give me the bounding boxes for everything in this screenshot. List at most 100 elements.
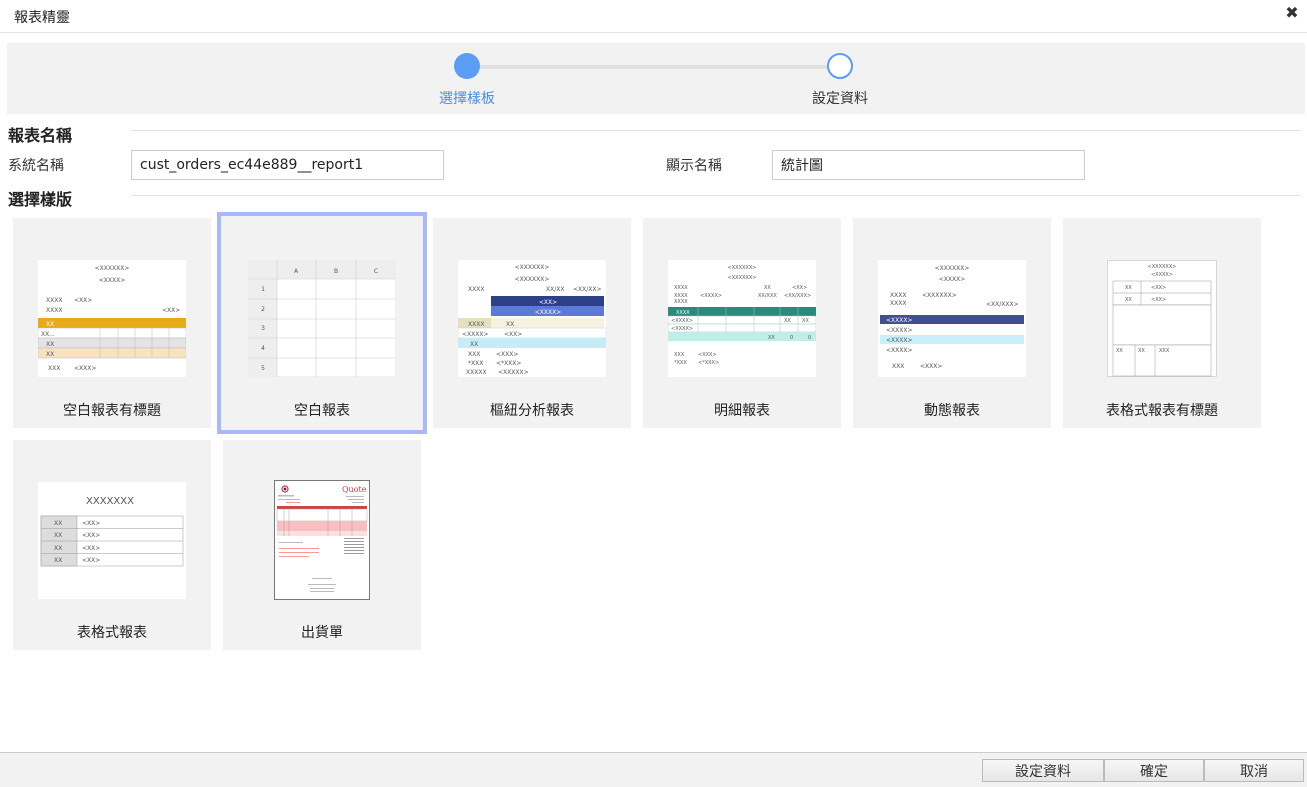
thumb-text: <XXXXX> <box>498 369 529 376</box>
thumb-text: XX <box>1125 285 1132 291</box>
template-thumbnail: <XXXXXX> <XXXX> XX <XX> XX <XX> XX XX XX… <box>1107 260 1217 377</box>
template-label: 出貨單 <box>301 625 343 641</box>
thumb-text: <XX> <box>1151 285 1166 291</box>
thumb-text: <XXXX> <box>939 276 966 283</box>
thumb-text: XX <box>506 321 514 328</box>
step-2-indicator[interactable] <box>827 53 853 79</box>
thumb-text: XXXX <box>674 285 688 291</box>
thumb-text: B <box>334 268 338 275</box>
template-thumbnail: Quote <box>274 480 370 600</box>
thumb-text: <XX> <box>792 285 807 291</box>
thumb-text: <XXX> <box>496 351 518 358</box>
thumb-text: <XXXX> <box>535 309 562 316</box>
template-pivot[interactable]: <XXXXXX> <XXXXXX> XXXX XX/XX <XX/XX> <XX… <box>433 218 631 428</box>
thumb-text: <XX> <box>74 297 92 304</box>
cancel-button[interactable]: 取消 <box>1204 759 1304 782</box>
template-table[interactable]: XXXXXXX XX <XX> XX <XX> XX <XX> XX <XX> 表格式報… <box>13 440 211 650</box>
thumb-text: XX <box>46 341 54 348</box>
step-2-label[interactable]: 設定資料 <box>780 88 900 108</box>
step-1-indicator[interactable] <box>454 53 480 79</box>
thumb-text: XX <box>1138 348 1145 354</box>
thumb-text: XXXX <box>890 292 906 299</box>
thumb-text: <XXXX> <box>1151 272 1173 278</box>
thumb-text: 5 <box>261 365 265 372</box>
thumb-text: <XX> <box>82 545 100 552</box>
thumb-text: <XX> <box>82 532 100 539</box>
section-divider <box>131 195 1301 196</box>
thumb-text: XXX <box>892 363 904 370</box>
thumb-text: XX <box>54 520 62 527</box>
thumb-text: <XXXX> <box>886 317 913 324</box>
thumb-text: <XXXXXX> <box>515 276 550 283</box>
thumb-text: <XXXX> <box>886 327 913 334</box>
thumb-text: <XXXXXX> <box>935 265 970 272</box>
template-section-title: 選擇樣版 <box>8 190 73 209</box>
close-icon[interactable]: ✖ <box>1283 4 1301 22</box>
thumb-text: XXXX <box>674 299 688 305</box>
template-thumbnail: <XXXXXX> <XXXX> XXXX <XX> XXXX <XX> XX X… <box>38 260 186 377</box>
thumb-text: 0 <box>790 335 793 341</box>
thumb-text: <XXXX> <box>99 277 126 284</box>
window-title: 報表精靈 <box>14 10 70 26</box>
thumb-text: XXX <box>48 365 60 372</box>
thumb-text: <XX> <box>82 557 100 564</box>
thumb-text: <XXXXXX> <box>95 265 130 272</box>
thumb-text: XXX <box>468 351 480 358</box>
thumb-text: <XXXXXX> <box>1148 264 1177 270</box>
thumb-text: XXXXX <box>466 369 487 376</box>
thumb-text: <XXX> <box>920 363 942 370</box>
thumb-text: 2 <box>261 306 265 313</box>
thumb-text: XXXX <box>468 286 484 293</box>
thumb-text: 4 <box>261 345 265 352</box>
thumb-text: <XXXX> <box>671 318 693 324</box>
template-detail[interactable]: <XXXXXX> <XXXXXX> XXXX XX <XX> XXXX <XXX… <box>643 218 841 428</box>
step-1-label[interactable]: 選擇樣板 <box>407 88 527 108</box>
display-name-label: 顯示名稱 <box>666 158 722 174</box>
thumb-text: <*XXX> <box>698 360 719 366</box>
set-data-button[interactable]: 設定資料 <box>982 759 1104 782</box>
thumb-text: <XX/XXX> <box>986 301 1019 308</box>
template-thumbnail: XXXXXXX XX <XX> XX <XX> XX <XX> XX <XX> <box>38 482 186 599</box>
template-label: 空白報表 <box>294 403 350 419</box>
thumb-text: XXXX <box>46 297 62 304</box>
ok-button[interactable]: 確定 <box>1104 759 1204 782</box>
stepper-track <box>475 65 848 69</box>
template-label: 表格式報表 <box>77 625 147 641</box>
thumb-text: 1 <box>261 286 265 293</box>
thumb-text: XX <box>764 285 771 291</box>
template-blank-titled[interactable]: <XXXXXX> <XXXX> XXXX <XX> XXXX <XX> XX X… <box>13 218 211 428</box>
thumb-text: XX <box>54 557 62 564</box>
thumb-text: *XXX <box>674 360 687 366</box>
system-name-input[interactable] <box>131 150 444 180</box>
template-label: 空白報表有標題 <box>63 403 161 419</box>
template-shipping[interactable]: Quote 出貨單 <box>223 440 421 650</box>
template-blank[interactable]: A B C 1 2 3 4 5 空白報表 <box>217 212 427 434</box>
thumb-text: <XXXX> <box>886 347 913 354</box>
thumb-text: XX/XX <box>546 286 564 293</box>
thumb-text: <XXXXXX> <box>922 292 957 299</box>
template-thumbnail: <XXXXXX> <XXXXXX> XXXX XX/XX <XX/XX> <XX… <box>458 260 606 377</box>
thumb-text: <XX> <box>162 307 180 314</box>
thumb-text: XX <box>470 341 478 348</box>
template-label: 明細報表 <box>714 403 770 419</box>
template-label: 表格式報表有標題 <box>1106 403 1218 419</box>
wizard-stepper: 選擇樣板 設定資料 <box>7 43 1305 114</box>
template-thumbnail: <XXXXXX> <XXXXXX> XXXX XX <XX> XXXX <XXX… <box>668 260 816 377</box>
thumb-text: <XXXXXX> <box>728 275 757 281</box>
thumb-text: XX <box>46 351 54 358</box>
template-thumbnail: A B C 1 2 3 4 5 <box>248 260 396 377</box>
thumb-text: XXX <box>1159 348 1170 354</box>
thumb-text: <XXXXXX> <box>728 265 757 271</box>
template-dynamic[interactable]: <XXXXXX> <XXXX> XXXX <XXXXXX> XXXX <XX/X… <box>853 218 1051 428</box>
thumb-text: <XXX> <box>698 352 717 358</box>
thumb-text: XXXX <box>890 300 906 307</box>
report-name-section-title: 報表名稱 <box>8 126 73 145</box>
display-name-input[interactable] <box>772 150 1085 180</box>
thumb-text: 3 <box>261 325 265 332</box>
template-thumbnail: <XXXXXX> <XXXX> XXXX <XXXXXX> XXXX <XX/X… <box>878 260 1026 377</box>
thumb-text: XX/XXX <box>758 293 777 299</box>
title-bar: 報表精靈 ✖ <box>0 0 1307 33</box>
thumb-text: XXXX <box>676 310 690 316</box>
template-label: 動態報表 <box>924 403 980 419</box>
template-table-titled[interactable]: <XXXXXX> <XXXX> XX <XX> XX <XX> XX XX XX… <box>1063 218 1261 428</box>
